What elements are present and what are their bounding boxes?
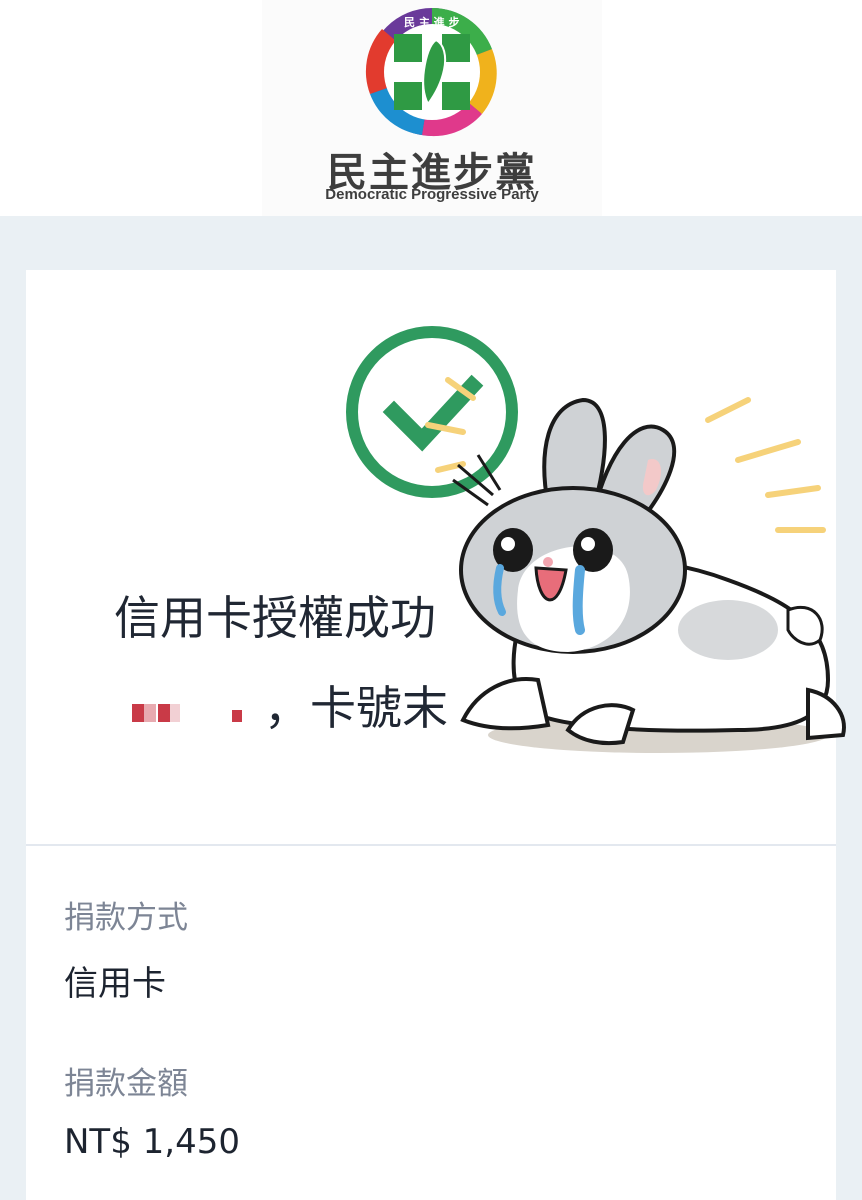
authorization-success-message: 信用卡授權成功 — [114, 591, 436, 645]
donation-amount-value: NT$ 1,450 — [64, 1122, 240, 1162]
logo-title-en: Democratic Progressive Party — [325, 186, 539, 203]
party-logo: 民 主 進 步 民主進步黨 Democratic Progressive Par… — [262, 0, 602, 216]
redacted-name — [114, 685, 264, 739]
crying-bunny-sticker — [425, 377, 846, 753]
page-header: 民 主 進 步 民主進步黨 Democratic Progressive Par… — [0, 0, 862, 216]
donation-method-label: 捐款方式 — [64, 900, 188, 936]
ring-text-zh: 民 主 進 步 — [404, 15, 460, 29]
section-divider — [26, 844, 836, 846]
donation-amount-label: 捐款金額 — [64, 1066, 188, 1102]
party-emblem-icon: 民 主 進 步 — [365, 7, 497, 137]
card-number-message: ，卡號末 — [114, 672, 448, 739]
donation-method-value: 信用卡 — [64, 964, 166, 1004]
